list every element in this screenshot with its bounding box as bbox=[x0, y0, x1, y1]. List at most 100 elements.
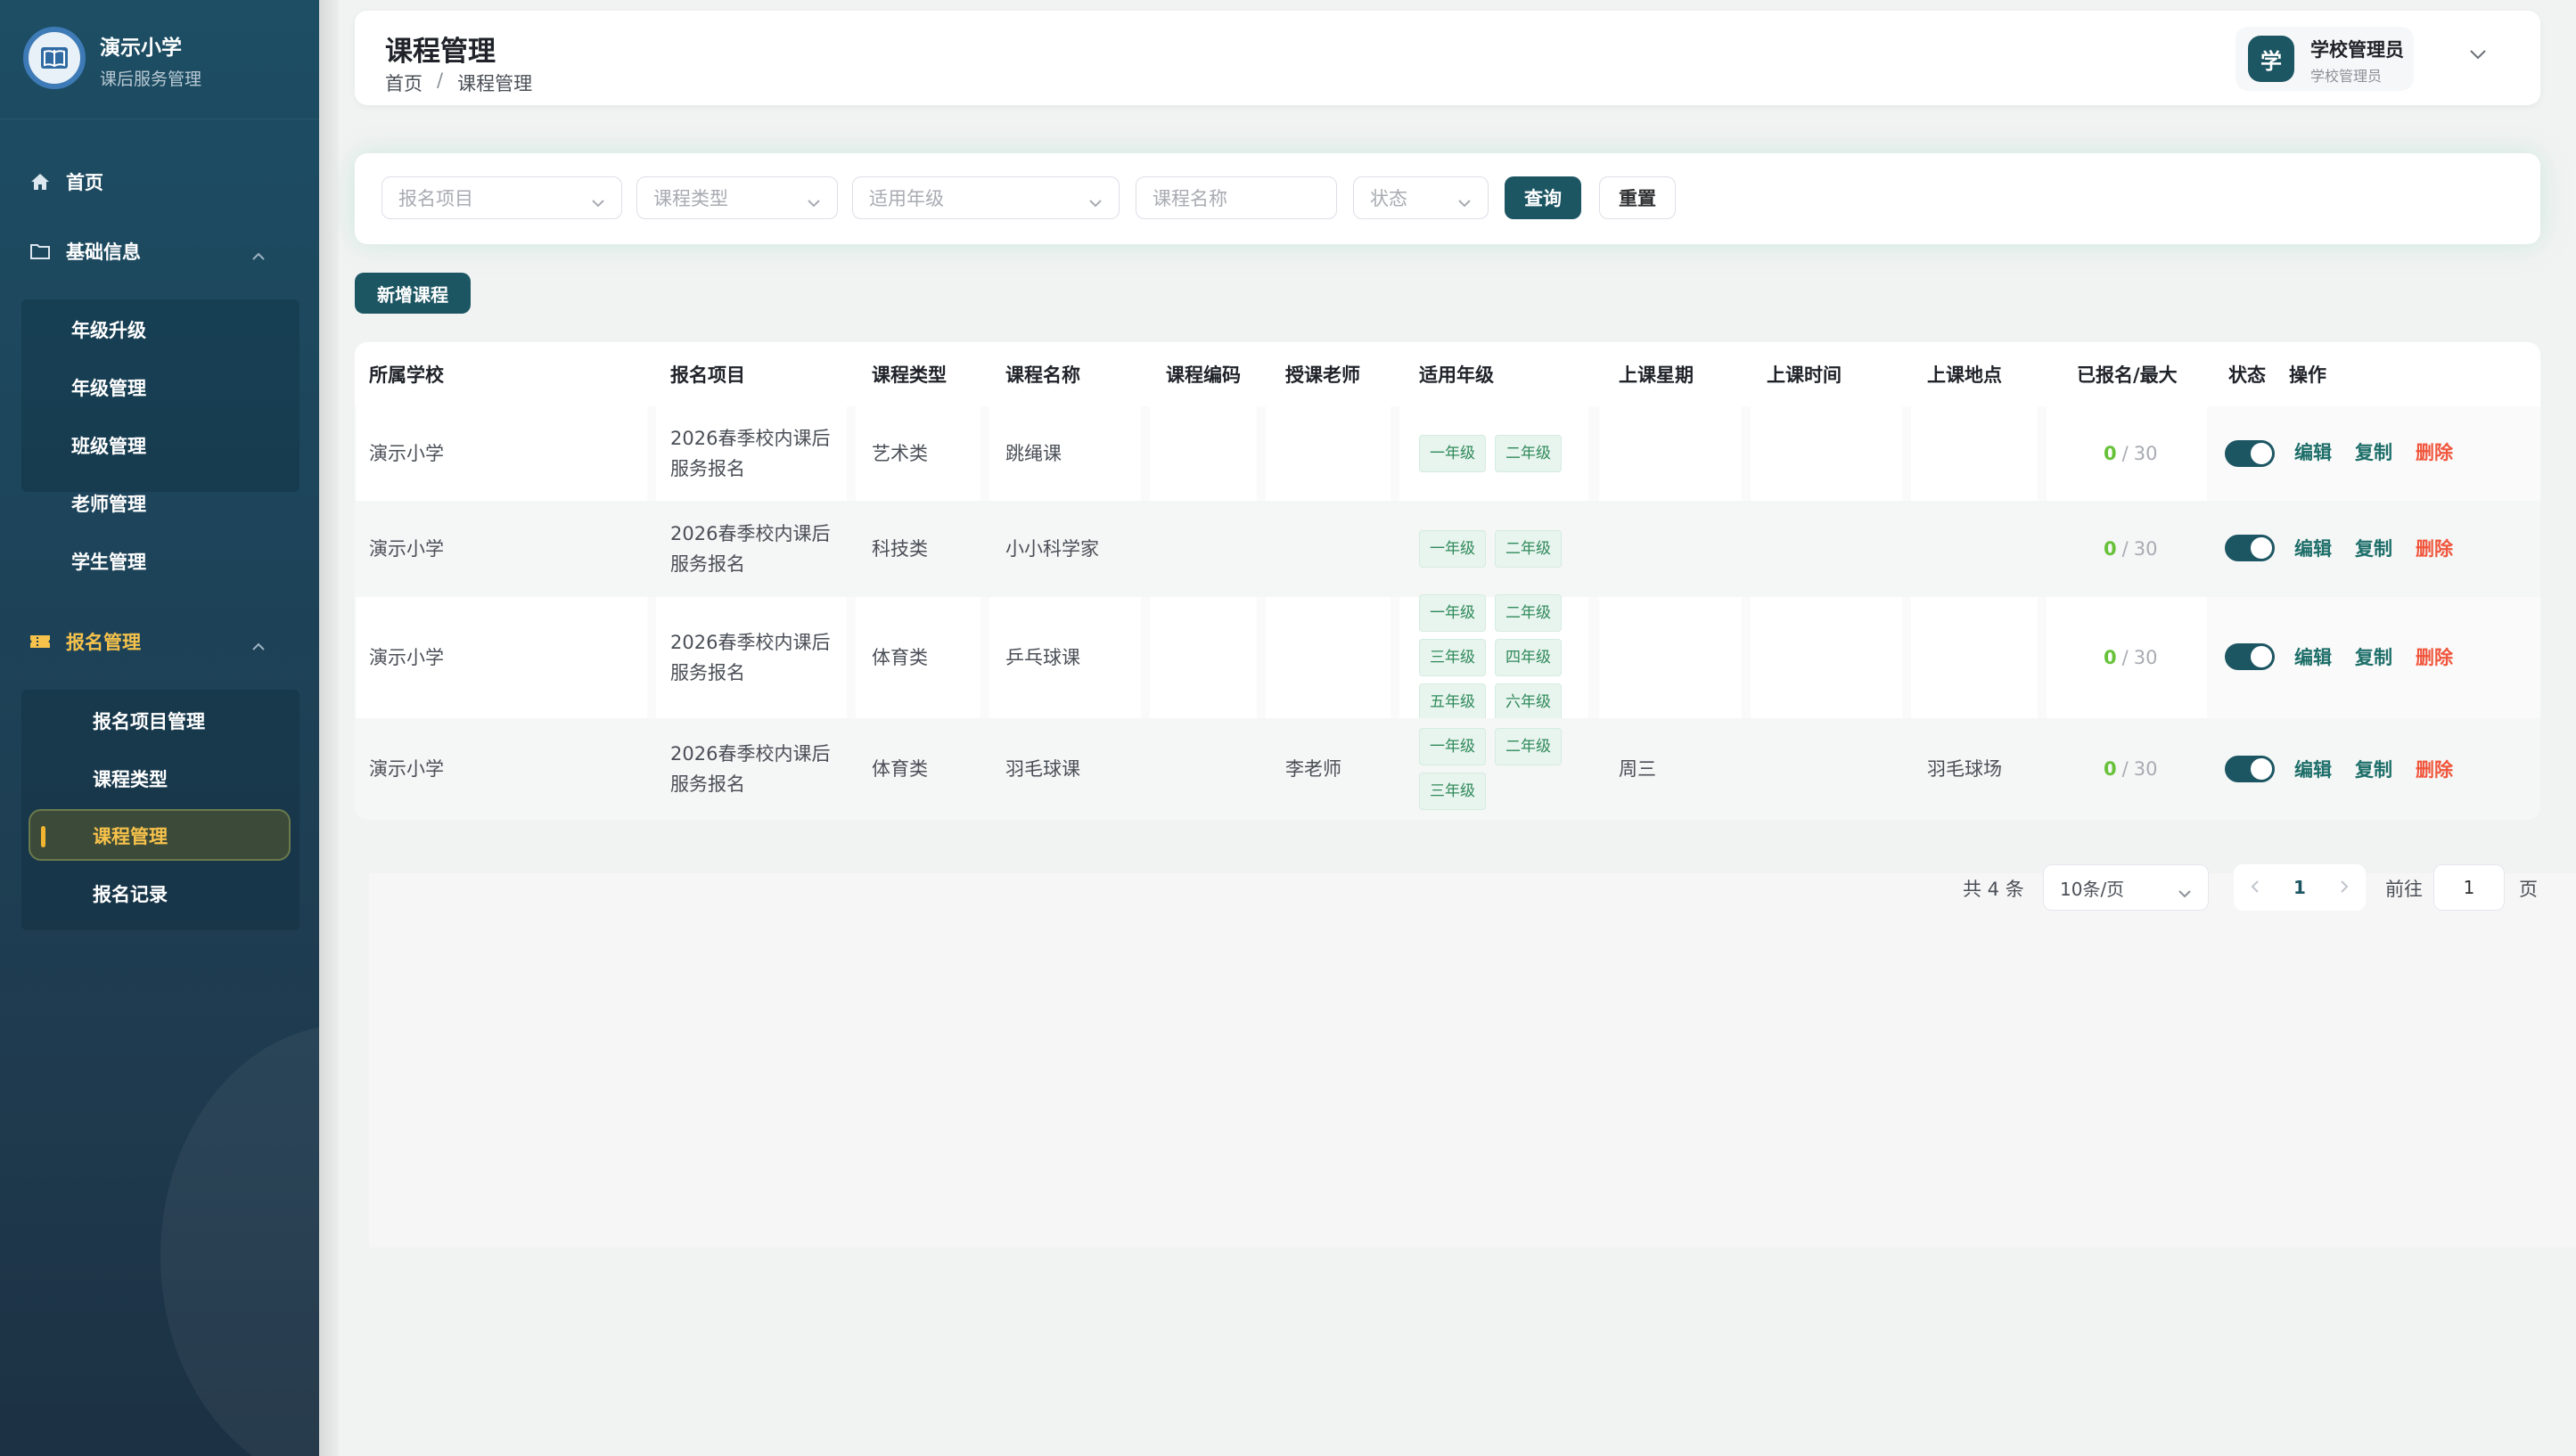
grade-tag: 二年级 bbox=[1495, 435, 1562, 472]
sidebar-item-class-management[interactable]: 班级管理 bbox=[71, 424, 146, 467]
enrolled-count: 0 bbox=[2104, 538, 2117, 560]
submenu-basic-info bbox=[21, 299, 299, 492]
delete-button[interactable]: 删除 bbox=[2416, 535, 2453, 561]
goto-label: 前往 bbox=[2385, 879, 2423, 900]
status-select[interactable]: 状态 bbox=[1353, 176, 1489, 219]
grade-select[interactable]: 适用年级 bbox=[852, 176, 1120, 219]
grade-tag: 五年级 bbox=[1419, 683, 1486, 721]
brand-subtitle: 课后服务管理 bbox=[100, 70, 202, 89]
cell-background bbox=[1751, 597, 1902, 718]
chevron-up-icon bbox=[251, 634, 266, 656]
sidebar-decoration bbox=[160, 1025, 319, 1456]
status-toggle[interactable] bbox=[2225, 535, 2275, 561]
edit-button[interactable]: 编辑 bbox=[2294, 756, 2332, 782]
copy-button[interactable]: 复制 bbox=[2355, 438, 2392, 465]
sidebar-group-enroll[interactable]: 报名管理 bbox=[29, 617, 287, 667]
user-name: 学校管理员 bbox=[2310, 39, 2404, 61]
sidebar-item-home[interactable]: 首页 bbox=[29, 157, 287, 207]
prev-page-icon[interactable] bbox=[2250, 877, 2260, 898]
count-separator: / bbox=[2121, 443, 2129, 464]
max-count: 30 bbox=[2133, 443, 2158, 464]
delete-button[interactable]: 删除 bbox=[2416, 643, 2453, 670]
table-row: 演示小学 2026春季校内课后服务报名 体育类 乒乓球课 一年级 二年级 三年级… bbox=[355, 594, 2540, 721]
ticket-icon bbox=[29, 630, 52, 653]
sidebar-item-grade-management[interactable]: 年级管理 bbox=[71, 366, 146, 409]
grade-tag: 三年级 bbox=[1419, 639, 1486, 676]
cell-enrollment: 0 / 30 bbox=[2104, 718, 2157, 820]
page-number-current[interactable]: 1 bbox=[2293, 877, 2306, 898]
copy-button[interactable]: 复制 bbox=[2355, 535, 2392, 561]
chevron-down-icon bbox=[807, 191, 821, 212]
column-header: 所属学校 bbox=[369, 364, 444, 386]
max-count: 30 bbox=[2133, 758, 2158, 780]
column-header: 课程类型 bbox=[872, 364, 947, 386]
cell-background bbox=[1911, 406, 2038, 501]
user-role: 学校管理员 bbox=[2310, 68, 2383, 85]
edit-button[interactable]: 编辑 bbox=[2294, 535, 2332, 561]
pagination-nav: 1 bbox=[2234, 864, 2366, 911]
copy-button[interactable]: 复制 bbox=[2355, 756, 2392, 782]
brand-title: 演示小学 bbox=[100, 37, 182, 60]
sidebar-group-label: 报名管理 bbox=[66, 632, 141, 653]
sidebar-item-grade-upgrade[interactable]: 年级升级 bbox=[71, 308, 146, 351]
breadcrumb-home[interactable]: 首页 bbox=[385, 70, 422, 96]
chevron-up-icon bbox=[251, 244, 266, 266]
sidebar-item-student-management[interactable]: 学生管理 bbox=[71, 540, 146, 583]
breadcrumb: 首页 / 课程管理 bbox=[385, 70, 532, 96]
goto-page-input[interactable]: 1 bbox=[2433, 864, 2505, 911]
cell-type: 体育类 bbox=[872, 647, 928, 668]
cell-enrollment: 0 / 30 bbox=[2104, 501, 2157, 597]
chevron-down-icon[interactable] bbox=[2469, 46, 2487, 63]
user-menu[interactable]: 学 学校管理员 学校管理员 bbox=[2236, 27, 2414, 91]
status-toggle[interactable] bbox=[2225, 440, 2275, 467]
delete-button[interactable]: 删除 bbox=[2416, 438, 2453, 465]
book-badge-icon bbox=[23, 27, 86, 89]
course-type-select[interactable]: 课程类型 bbox=[636, 176, 838, 219]
cell-background bbox=[1751, 406, 1902, 501]
grade-tag: 二年级 bbox=[1495, 530, 1562, 568]
chevron-down-icon bbox=[2178, 881, 2192, 903]
chevron-down-icon bbox=[591, 191, 605, 212]
reset-button[interactable]: 重置 bbox=[1599, 176, 1676, 219]
sidebar-item-project-management[interactable]: 报名项目管理 bbox=[93, 699, 205, 742]
course-type-placeholder: 课程类型 bbox=[653, 188, 728, 209]
table-row: 演示小学 2026春季校内课后服务报名 科技类 小小科学家 一年级 二年级 0 … bbox=[355, 501, 2540, 597]
page-size-value: 10条/页 bbox=[2060, 878, 2125, 900]
page-size-select[interactable]: 10条/页 bbox=[2043, 864, 2209, 911]
cell-type: 体育类 bbox=[872, 758, 928, 780]
sidebar-item-course-management[interactable]: 课程管理 bbox=[93, 814, 168, 857]
status-toggle[interactable] bbox=[2225, 643, 2275, 670]
course-name-input[interactable]: 课程名称 bbox=[1136, 176, 1337, 219]
course-table: 所属学校 报名项目 课程类型 课程名称 课程编码 授课老师 适用年级 上课星期 … bbox=[355, 342, 2540, 820]
max-count: 30 bbox=[2133, 538, 2158, 560]
sidebar-item-course-type[interactable]: 课程类型 bbox=[93, 757, 168, 800]
sidebar-group-basic-info[interactable]: 基础信息 bbox=[29, 226, 287, 276]
cell-grades: 一年级 二年级 bbox=[1419, 501, 1588, 597]
sidebar-item-enroll-records[interactable]: 报名记录 bbox=[93, 872, 168, 915]
column-header: 操作 bbox=[2289, 364, 2326, 386]
goto-unit: 页 bbox=[2519, 879, 2538, 900]
project-select-placeholder: 报名项目 bbox=[398, 188, 473, 209]
column-header: 状态 bbox=[2228, 364, 2266, 386]
cell-background bbox=[1911, 597, 2038, 718]
chevron-down-icon bbox=[1457, 191, 1472, 212]
column-header: 上课地点 bbox=[1927, 364, 2002, 386]
sidebar-item-teacher-management[interactable]: 老师管理 bbox=[71, 482, 146, 525]
header: 课程管理 首页 / 课程管理 学 学校管理员 学校管理员 bbox=[355, 11, 2540, 105]
cell-project: 2026春季校内课后服务报名 bbox=[670, 523, 831, 575]
query-button[interactable]: 查询 bbox=[1505, 176, 1581, 219]
column-header: 课程名称 bbox=[1005, 364, 1080, 386]
delete-button[interactable]: 删除 bbox=[2416, 756, 2453, 782]
copy-button[interactable]: 复制 bbox=[2355, 643, 2392, 670]
column-header: 适用年级 bbox=[1419, 364, 1494, 386]
cell-background bbox=[1599, 406, 1742, 501]
next-page-icon[interactable] bbox=[2339, 877, 2350, 898]
column-header: 课程编码 bbox=[1166, 364, 1241, 386]
project-select[interactable]: 报名项目 bbox=[381, 176, 622, 219]
status-toggle[interactable] bbox=[2225, 756, 2275, 782]
edit-button[interactable]: 编辑 bbox=[2294, 438, 2332, 465]
cell-project: 2026春季校内课后服务报名 bbox=[670, 632, 831, 683]
brand: 演示小学 课后服务管理 bbox=[0, 0, 319, 119]
add-course-button[interactable]: 新增课程 bbox=[355, 273, 471, 314]
edit-button[interactable]: 编辑 bbox=[2294, 643, 2332, 670]
